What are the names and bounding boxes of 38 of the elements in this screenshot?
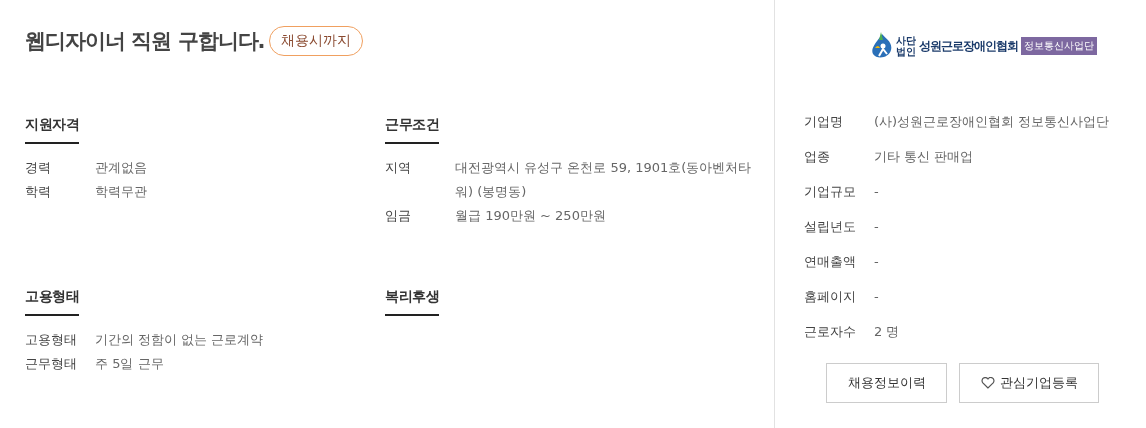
field-value: 기간의 정함이 없는 근로계약 xyxy=(95,331,265,349)
logo-name: 성원근로장애인협회 xyxy=(919,37,1018,55)
field-label: 근무형태 xyxy=(25,355,78,373)
favorite-company-button[interactable]: 관심기업등록 xyxy=(959,363,1099,403)
company-label: 기업명 xyxy=(804,112,844,131)
field-value: 관계없음 xyxy=(95,159,148,177)
logo-icon xyxy=(871,32,893,60)
heart-icon xyxy=(980,377,995,389)
logo-prefix: 사단법인 xyxy=(896,35,916,57)
company-value: 2 명 xyxy=(874,322,900,341)
company-value: - xyxy=(874,184,879,199)
field-label: 고용형태 xyxy=(25,331,78,349)
field-label: 지역 xyxy=(385,159,412,177)
company-label: 설립년도 xyxy=(804,217,857,236)
field-label: 경력 xyxy=(25,159,52,177)
company-value: (사)성원근로장애인협회 정보통신사업단 xyxy=(874,112,1110,131)
section-heading: 근무조건 xyxy=(385,116,439,144)
company-label: 근로자수 xyxy=(804,322,857,341)
section-heading: 지원자격 xyxy=(25,116,79,144)
company-value: - xyxy=(874,254,879,269)
company-value: - xyxy=(874,219,879,234)
field-value: 주 5일 근무 xyxy=(95,355,165,373)
job-title: 웹디자이너 직원 구합니다. xyxy=(25,28,265,55)
field-value: 대전광역시 유성구 온천로 59, 1901호(동아벤처타워) (봉명동) xyxy=(455,159,753,201)
company-label: 홈페이지 xyxy=(804,287,857,306)
company-label: 연매출액 xyxy=(804,252,857,271)
company-value: 기타 통신 판매업 xyxy=(874,147,974,166)
section-heading: 복리후생 xyxy=(385,288,439,316)
field-value: 학력무관 xyxy=(95,183,148,201)
field-label: 학력 xyxy=(25,183,52,201)
field-value: 월급 190만원 ~ 250만원 xyxy=(455,207,607,225)
field-label: 임금 xyxy=(385,207,412,225)
logo-division-badge: 정보통신사업단 xyxy=(1021,37,1097,55)
company-value: - xyxy=(874,289,879,304)
company-label: 기업규모 xyxy=(804,182,857,201)
section-heading: 고용형태 xyxy=(25,288,79,316)
company-label: 업종 xyxy=(804,147,831,166)
history-button[interactable]: 채용정보이력 xyxy=(826,363,947,403)
